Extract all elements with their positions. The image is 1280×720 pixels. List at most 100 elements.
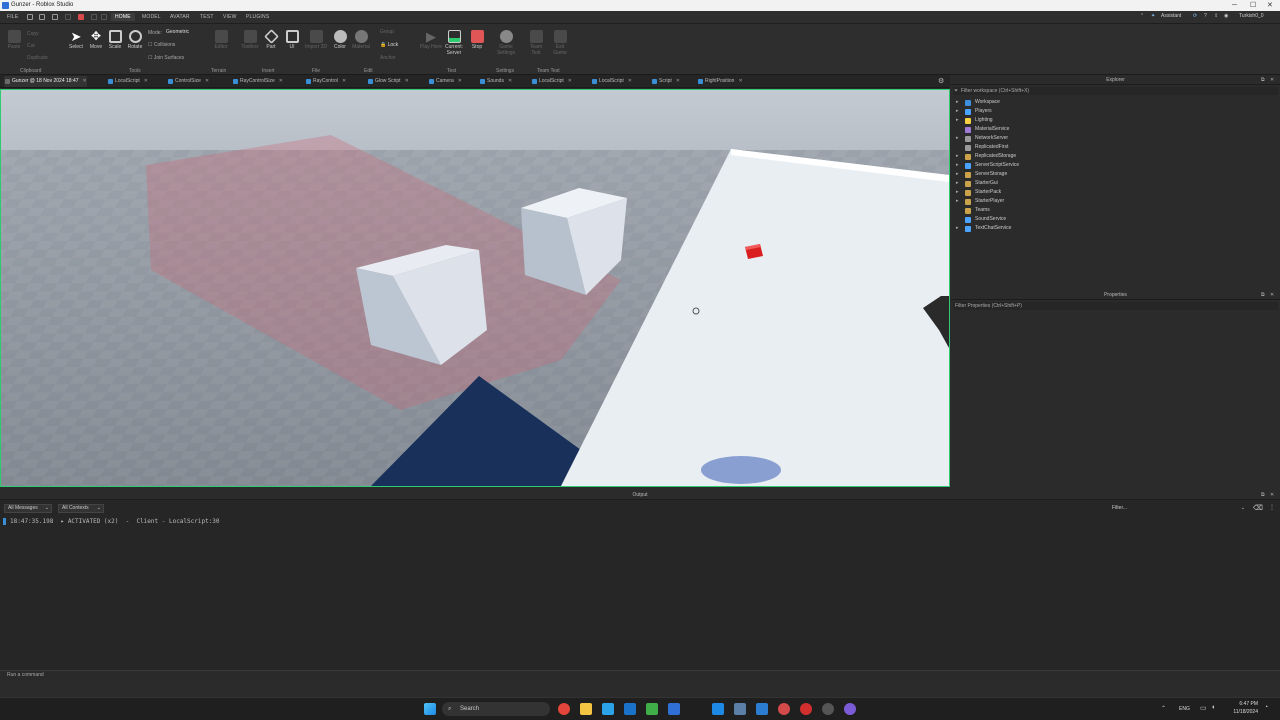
3d-viewport[interactable] bbox=[0, 89, 950, 487]
expand-arrow-icon[interactable]: ▸ bbox=[956, 197, 959, 206]
undo-icon[interactable] bbox=[91, 14, 97, 20]
new-file-icon[interactable] bbox=[27, 14, 33, 20]
close-tab-icon[interactable]: ✕ bbox=[83, 78, 87, 84]
expand-arrow-icon[interactable]: ▸ bbox=[956, 161, 959, 170]
opera-icon[interactable] bbox=[800, 703, 812, 715]
duplicate-button[interactable]: Duplicate bbox=[27, 55, 48, 61]
collapse-icon[interactable]: ⌃ bbox=[1140, 13, 1144, 19]
output-more-icon[interactable]: ⋮ bbox=[1269, 504, 1275, 511]
rotate-tool[interactable]: Rotate bbox=[124, 30, 146, 50]
assistant-button[interactable]: Assistant bbox=[1161, 13, 1181, 19]
join-surfaces-checkbox[interactable]: ☐ Join Surfaces bbox=[148, 55, 184, 61]
close-tab-icon[interactable]: ✕ bbox=[342, 78, 346, 84]
tab-place[interactable]: Gunzer @ 18 Nov 2024 18:47 ✕ bbox=[4, 76, 87, 87]
assistant-icon[interactable]: ✦ bbox=[1151, 13, 1155, 19]
close-tab-icon[interactable]: ✕ bbox=[279, 78, 283, 84]
paste-button[interactable]: Paste bbox=[5, 30, 23, 50]
tray-chevron-icon[interactable]: ⌃ bbox=[1161, 705, 1166, 712]
tab-settings-gear-icon[interactable]: ⚙ bbox=[938, 77, 944, 85]
terrain-editor-button[interactable]: Editor bbox=[210, 30, 232, 50]
discord-icon[interactable] bbox=[844, 703, 856, 715]
tab-script[interactable]: RayControl ✕ bbox=[305, 76, 346, 87]
stop-small-icon[interactable] bbox=[78, 14, 84, 20]
explorer-item-players[interactable]: ▸ Players bbox=[955, 107, 1255, 116]
tab-plugins[interactable]: PLUGINS bbox=[246, 14, 269, 20]
clear-output-icon[interactable]: ⌫ bbox=[1253, 504, 1263, 512]
expand-arrow-icon[interactable]: ▸ bbox=[956, 107, 959, 116]
expand-arrow-icon[interactable]: ▸ bbox=[956, 224, 959, 233]
stop-button[interactable]: Stop bbox=[467, 30, 487, 50]
part-button[interactable]: Part bbox=[262, 29, 280, 50]
lock-button[interactable]: 🔒 Lock bbox=[380, 42, 398, 48]
nvidia-icon[interactable] bbox=[646, 703, 658, 715]
tab-script[interactable]: Sounds ✕ bbox=[479, 76, 512, 87]
explorer-item-teams[interactable]: Teams bbox=[955, 206, 1255, 215]
team-test-button[interactable]: Team Test bbox=[526, 30, 546, 56]
explorer-filter-input[interactable]: ⏷ Filter workspace (Ctrl+Shift+X) bbox=[953, 87, 1278, 95]
edge-icon[interactable] bbox=[602, 703, 614, 715]
user-menu[interactable]: Turkish0_0 bbox=[1239, 13, 1264, 19]
maximize-button[interactable]: ☐ bbox=[1250, 0, 1256, 11]
contexts-filter-select[interactable]: All Contexts ⌄ bbox=[58, 504, 104, 513]
mode-select[interactable]: Geometric bbox=[166, 29, 189, 35]
collisions-checkbox[interactable]: ☐ Collisions bbox=[148, 42, 175, 48]
select-tool[interactable]: ➤ Select bbox=[66, 30, 86, 50]
expand-arrow-icon[interactable]: ▸ bbox=[956, 98, 959, 107]
explorer-item-soundservice[interactable]: SoundService bbox=[955, 215, 1255, 224]
output-filter-input[interactable]: Filter... ⌄ bbox=[1108, 504, 1248, 513]
cut-button[interactable]: Cut bbox=[27, 43, 35, 49]
color-button[interactable]: Color bbox=[330, 30, 350, 50]
toolbox-button[interactable]: Toolbox bbox=[238, 30, 262, 50]
explorer-item-lighting[interactable]: ▸ Lighting bbox=[955, 116, 1255, 125]
explorer-item-starterplayer[interactable]: ▸ StarterPlayer bbox=[955, 197, 1255, 206]
expand-arrow-icon[interactable]: ▸ bbox=[956, 134, 959, 143]
tab-script[interactable]: Camera ✕ bbox=[428, 76, 462, 87]
output-float-icon[interactable]: ⧉ bbox=[1261, 492, 1265, 498]
help-icon[interactable]: ? bbox=[1204, 13, 1207, 19]
properties-filter-input[interactable]: Filter Properties (Ctrl+Shift+P) bbox=[953, 302, 1278, 310]
start-button-windows-icon[interactable] bbox=[424, 703, 436, 715]
tab-script[interactable]: LocalScript ✕ bbox=[591, 76, 632, 87]
clock-date[interactable]: 11/18/2024 bbox=[1228, 709, 1258, 715]
command-bar-input[interactable]: Run a command bbox=[0, 670, 1280, 680]
explorer-item-replicatedstorage[interactable]: ▸ ReplicatedStorage bbox=[955, 152, 1255, 161]
close-tab-icon[interactable]: ✕ bbox=[738, 78, 742, 84]
game-settings-button[interactable]: Game Settings bbox=[494, 30, 518, 56]
group-button[interactable]: Group bbox=[380, 29, 394, 35]
play-small-icon[interactable] bbox=[65, 14, 71, 20]
chrome-icon[interactable] bbox=[558, 703, 570, 715]
clock-time[interactable]: 6:47 PM bbox=[1228, 701, 1258, 707]
expand-arrow-icon[interactable]: ▸ bbox=[956, 188, 959, 197]
tab-view[interactable]: VIEW bbox=[223, 14, 237, 20]
save-icon[interactable] bbox=[39, 14, 45, 20]
expand-arrow-icon[interactable]: ▸ bbox=[956, 152, 959, 161]
move-tool[interactable]: ✥ Move bbox=[86, 30, 106, 51]
minimize-button[interactable]: ─ bbox=[1232, 0, 1237, 11]
explorer-float-icon[interactable]: ⧉ bbox=[1261, 77, 1265, 83]
volume-icon[interactable]: ◖ bbox=[1211, 704, 1215, 711]
tab-script[interactable]: RayControlSize ✕ bbox=[232, 76, 283, 87]
output-close-icon[interactable]: ✕ bbox=[1270, 492, 1274, 498]
play-here-button[interactable]: ▶ Play Here bbox=[420, 30, 442, 50]
app-icon[interactable] bbox=[778, 703, 790, 715]
close-tab-icon[interactable]: ✕ bbox=[458, 78, 462, 84]
close-window-button[interactable]: ✕ bbox=[1267, 0, 1273, 11]
settings-app-icon[interactable] bbox=[822, 703, 834, 715]
explorer-item-starterpack[interactable]: ▸ StarterPack bbox=[955, 188, 1255, 197]
roblox-studio-taskbar-icon[interactable] bbox=[668, 703, 680, 715]
explorer-close-icon[interactable]: ✕ bbox=[1270, 77, 1274, 83]
tab-model[interactable]: MODEL bbox=[142, 14, 161, 20]
notifications-icon[interactable]: ◉ bbox=[1224, 13, 1228, 19]
vscode-icon[interactable] bbox=[756, 703, 768, 715]
tab-script[interactable]: Script ✕ bbox=[651, 76, 680, 87]
material-button[interactable]: Material bbox=[350, 30, 372, 50]
tab-home[interactable]: HOME bbox=[111, 13, 135, 21]
tab-script[interactable]: Glow Script ✕ bbox=[367, 76, 409, 87]
properties-close-icon[interactable]: ✕ bbox=[1270, 292, 1274, 298]
current-server-button[interactable]: Current: Server bbox=[443, 30, 465, 56]
scale-tool[interactable]: Scale bbox=[105, 30, 125, 50]
tab-script[interactable]: LocalScript ✕ bbox=[531, 76, 572, 87]
tab-test[interactable]: TEST bbox=[200, 14, 214, 20]
share-icon[interactable]: ⇪ bbox=[1214, 13, 1218, 19]
file-explorer-icon[interactable] bbox=[580, 703, 592, 715]
